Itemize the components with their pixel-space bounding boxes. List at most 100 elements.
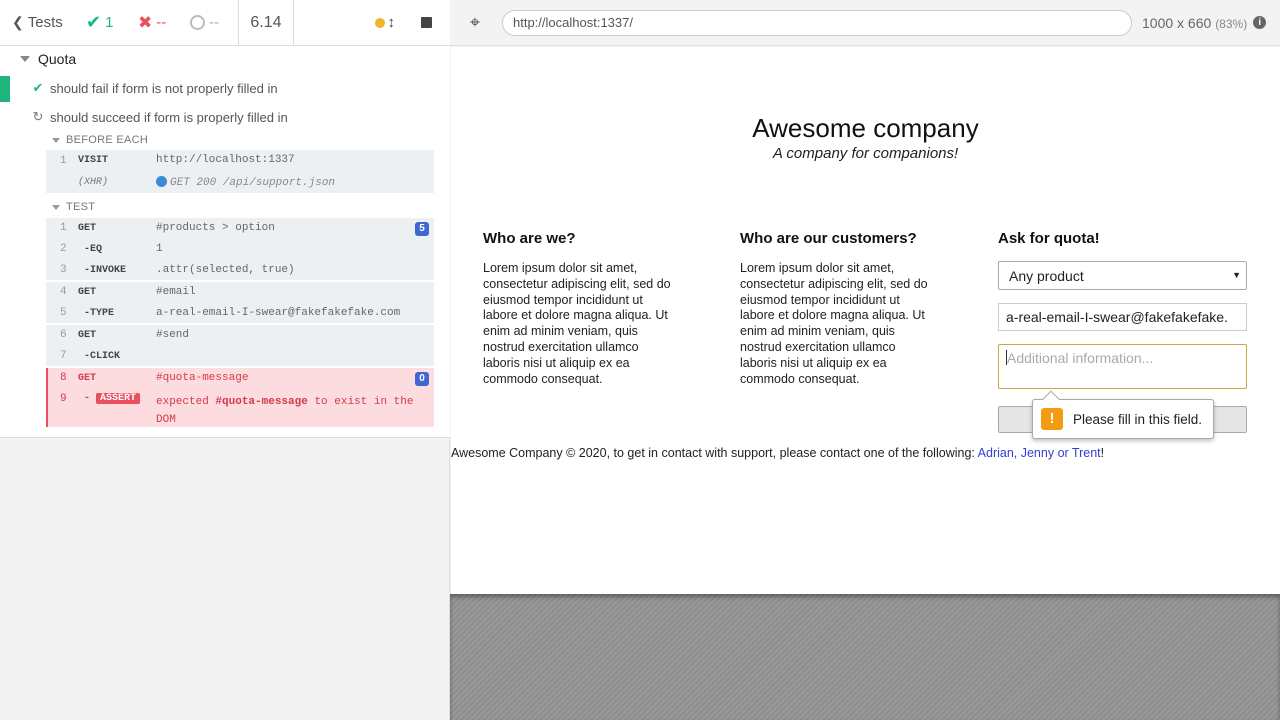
x-icon: ✖ — [138, 12, 153, 32]
who-we-are-text: Lorem ipsum dolor sit amet, consectetur … — [483, 261, 671, 386]
support-contacts-link[interactable]: Adrian, Jenny or Trent — [978, 446, 1101, 460]
site-title: Awesome company — [752, 113, 979, 143]
command-name: (XHR) — [78, 177, 109, 188]
viewport-size: 1000 x 660 (83%) — [1142, 15, 1247, 31]
caret-down-icon — [20, 56, 30, 62]
command-number: 8 — [60, 372, 67, 384]
command-name: GET — [78, 373, 97, 384]
command-message: #products > option — [156, 222, 275, 234]
command-message: #quota-message — [156, 372, 249, 384]
command-number: 7 — [60, 350, 67, 362]
command-row[interactable]: 6 GET #send — [46, 325, 434, 346]
command-row[interactable]: 3 -INVOKE .attr(selected, true) — [46, 260, 434, 281]
xhr-status-dot-icon — [156, 176, 167, 187]
viewport-dimensions: 1000 x 660 — [1142, 14, 1212, 31]
hook-label: TEST — [66, 201, 96, 213]
info-icon[interactable]: i — [1253, 16, 1267, 29]
failed-number: -- — [156, 14, 167, 31]
test-title: should succeed if form is properly fille… — [50, 109, 288, 125]
refresh-icon: ↻ — [32, 109, 44, 124]
assert-tag: ASSERT — [96, 393, 141, 404]
product-select[interactable]: Any product ▼ — [998, 261, 1247, 290]
passed-count[interactable]: ✔ 1 — [70, 0, 130, 46]
pending-circle-icon — [190, 15, 205, 30]
site-footer: Awesome Company © 2020, to get in contac… — [451, 446, 1280, 460]
command-row-xhr[interactable]: (XHR) GET 200 /api/support.json — [46, 172, 434, 193]
reporter-commands: Quota ✔ should fail if form is not prope… — [0, 46, 450, 438]
suite-title[interactable]: Quota — [20, 51, 76, 67]
reporter-header: ❮ Tests ✔ 1 ✖ -- -- 6.14 ↕ — [0, 0, 450, 46]
site-subtitle: A company for companions! — [772, 145, 959, 162]
check-icon: ✔ — [86, 12, 102, 32]
aut-header: ⌖ http://localhost:1337/ 1000 x 660 (83%… — [450, 0, 1280, 46]
command-number: 9 — [60, 393, 67, 405]
validation-tooltip: ! Please fill in this field. — [1032, 390, 1214, 439]
assert-message-post: to exist in the — [314, 396, 414, 408]
command-row-assert-failed[interactable]: 9 - ASSERT expected #quota-message to ex… — [46, 389, 434, 427]
customers-heading: Who are our customers? — [740, 230, 917, 247]
caret-down-icon — [52, 137, 60, 143]
hook-label: BEFORE EACH — [66, 134, 149, 146]
command-name: -INVOKE — [84, 265, 127, 276]
test-body-section[interactable]: TEST — [52, 201, 95, 213]
footer-suffix: ! — [1100, 446, 1105, 460]
command-number: 1 — [60, 222, 67, 234]
command-row[interactable]: 1 VISIT http://localhost:1337 — [46, 150, 434, 172]
command-row-failed[interactable]: 8 GET #quota-message 0 — [46, 368, 434, 389]
selector-playground-crosshair-icon[interactable]: ⌖ — [460, 12, 490, 33]
command-row[interactable]: 1 GET #products > option 5 — [46, 218, 434, 239]
command-row[interactable]: 5 -TYPE a-real-email-I-swear@fakefakefak… — [46, 303, 434, 324]
validation-message: Please fill in this field. — [1073, 411, 1203, 427]
test-reporter: ❮ Tests ✔ 1 ✖ -- -- 6.14 ↕ Quota ✔ shoul… — [0, 0, 450, 720]
auto-scroll-toggle[interactable]: ↕ — [374, 14, 396, 31]
command-name: GET — [78, 330, 97, 341]
command-row[interactable]: 4 GET #email — [46, 282, 434, 303]
product-select-value: Any product — [1009, 267, 1084, 284]
command-name: GET — [78, 223, 97, 234]
email-field[interactable]: a-real-email-I-swear@fakefakefake. — [998, 303, 1247, 331]
element-count-badge: 5 — [415, 222, 429, 236]
aut-empty-area — [450, 594, 1280, 720]
command-message: #send — [156, 329, 190, 341]
passed-number: 1 — [105, 14, 114, 31]
run-duration: 6.14 — [238, 0, 294, 46]
tooltip-pointer — [1042, 390, 1060, 408]
quota-heading: Ask for quota! — [998, 230, 1100, 247]
command-message: #email — [156, 286, 196, 298]
who-we-are-heading: Who are we? — [483, 230, 576, 247]
test-row-succeed-case[interactable]: ↻ should succeed if form is properly fil… — [0, 105, 450, 129]
email-field-value: a-real-email-I-swear@fakefakefake. — [1006, 309, 1228, 325]
additional-info-placeholder: Additional information... — [1007, 350, 1154, 366]
command-name: -CLICK — [84, 351, 121, 362]
command-name: -EQ — [84, 244, 103, 255]
caret-down-icon — [52, 204, 60, 210]
assert-subject: #quota-message — [215, 396, 308, 408]
updown-arrow-icon: ↕ — [387, 14, 396, 31]
tests-label: Tests — [27, 14, 63, 31]
before-each-hook[interactable]: BEFORE EACH — [52, 134, 148, 146]
url-text: http://localhost:1337/ — [513, 15, 633, 30]
back-to-tests-button[interactable]: ❮ Tests — [0, 0, 70, 46]
command-message: 1 — [156, 243, 163, 255]
command-row[interactable]: 7 -CLICK — [46, 346, 434, 367]
check-icon: ✔ — [32, 80, 44, 95]
url-bar[interactable]: http://localhost:1337/ — [502, 9, 1132, 36]
test-row-fail-case[interactable]: ✔ should fail if form is not properly fi… — [0, 76, 450, 100]
pending-number: -- — [209, 14, 219, 31]
viewport-scale: (83%) — [1215, 16, 1248, 31]
pending-count[interactable]: -- — [182, 0, 238, 46]
customers-text: Lorem ipsum dolor sit amet, consectetur … — [740, 261, 928, 386]
additional-info-textarea[interactable]: Additional information... — [998, 344, 1247, 389]
stop-icon[interactable] — [421, 17, 432, 28]
command-message: http://localhost:1337 — [156, 154, 295, 166]
failed-count[interactable]: ✖ -- — [130, 0, 182, 46]
command-message: a-real-email-I-swear@fakefakefake.com — [156, 307, 401, 319]
assert-message-line2: DOM — [156, 414, 176, 426]
assert-message-pre: expected — [156, 396, 209, 408]
warning-icon: ! — [1041, 408, 1063, 430]
command-number: 1 — [60, 155, 67, 167]
element-count-badge: 0 — [415, 372, 429, 386]
command-name: -TYPE — [84, 308, 115, 319]
command-row[interactable]: 2 -EQ 1 — [46, 239, 434, 260]
test-title: should fail if form is not properly fill… — [50, 80, 278, 96]
